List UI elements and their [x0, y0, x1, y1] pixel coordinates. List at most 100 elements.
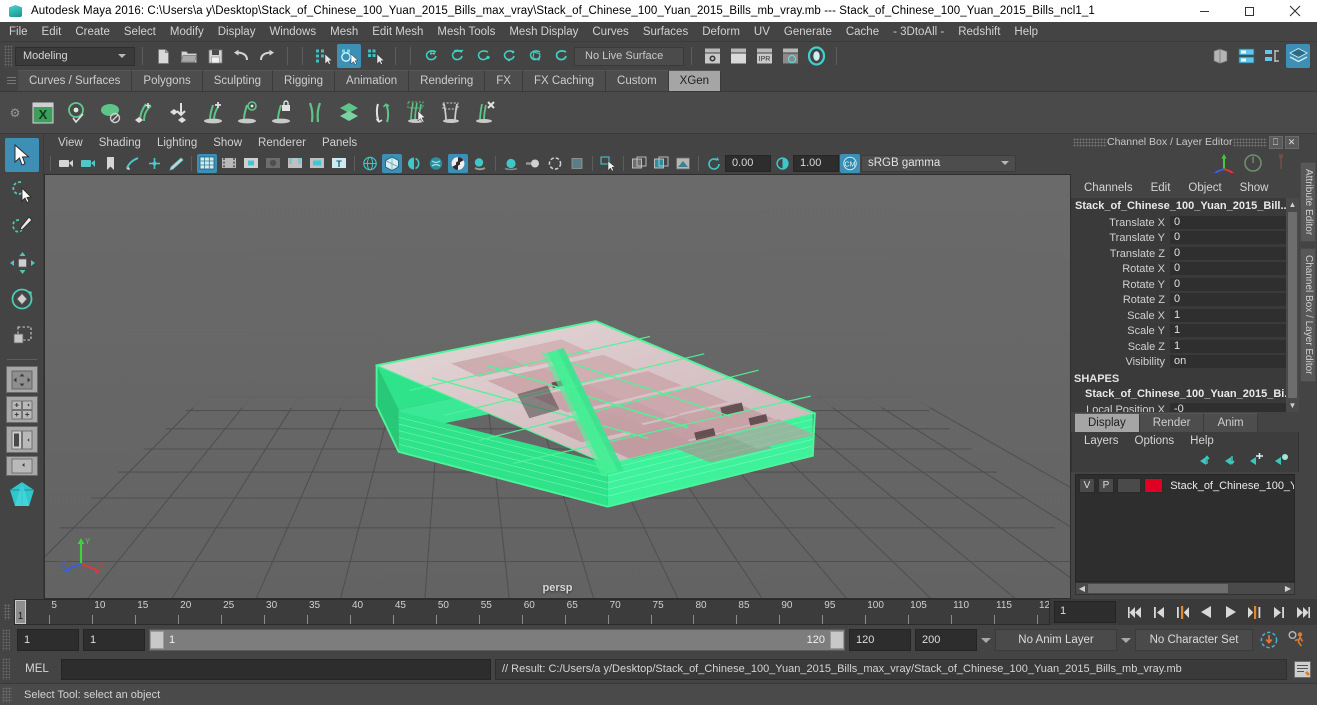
channel-value[interactable]: 0 — [1170, 215, 1286, 230]
menu-3dtoall[interactable]: - 3DtoAll - — [886, 22, 951, 42]
persp-viewport[interactable]: Y X Z persp — [44, 174, 1071, 599]
xray-joints-icon[interactable] — [651, 154, 671, 173]
isolate-select-icon[interactable] — [598, 154, 618, 173]
lasso-tool-button[interactable] — [5, 174, 39, 208]
maximize-button[interactable] — [1227, 0, 1272, 22]
shelf-tab-curves-surfaces[interactable]: Curves / Surfaces — [18, 70, 133, 91]
channel-value[interactable]: 0 — [1170, 246, 1286, 261]
depth-of-field-icon[interactable] — [567, 154, 587, 173]
shelf-tab-custom[interactable]: Custom — [606, 70, 669, 91]
channelbox-menu-edit[interactable]: Edit — [1142, 178, 1180, 198]
gamma-reset-icon[interactable] — [772, 154, 792, 173]
shelf-tab-rigging[interactable]: Rigging — [273, 70, 336, 91]
helpline-grip[interactable] — [2, 686, 12, 703]
hardware-texturing-icon[interactable] — [426, 154, 446, 173]
xgen-delete-guides-icon[interactable] — [469, 96, 501, 130]
go-to-end-button[interactable] — [1292, 602, 1313, 622]
layer-name[interactable]: Stack_of_Chinese_100_Yu — [1170, 480, 1294, 492]
camera-attributes-icon[interactable] — [78, 154, 98, 173]
options-menu[interactable]: Options — [1127, 432, 1183, 450]
animation-start-time-field[interactable]: 1 — [17, 629, 79, 651]
gate-mask-icon[interactable] — [263, 154, 283, 173]
play-backwards-button[interactable] — [1196, 602, 1217, 622]
channel-row-scale-x[interactable]: Scale X 1 — [1071, 308, 1286, 324]
layer-playback-toggle[interactable]: P — [1098, 478, 1114, 493]
color-management-selector[interactable]: sRGB gamma — [861, 154, 1016, 172]
select-by-component-type-button[interactable] — [363, 44, 387, 68]
channel-value[interactable]: 0 — [1170, 277, 1286, 292]
vtab-attribute-editor[interactable]: Attribute Editor — [1300, 162, 1316, 243]
scale-manipulator-icon[interactable] — [1271, 153, 1291, 176]
time-ruler[interactable]: 1 5 10 15 20 25 30 35 40 45 50 55 60 65 70 75 80 85 90 95 1… — [14, 599, 1050, 625]
xgen-preview-icon[interactable] — [61, 96, 93, 130]
xgen-layers-icon[interactable] — [333, 96, 365, 130]
rangeslider-grip[interactable] — [2, 629, 10, 651]
new-scene-button[interactable] — [151, 44, 175, 68]
anim-layer-selector[interactable]: No Anim Layer — [995, 629, 1117, 651]
shaded-wireframe-icon[interactable] — [404, 154, 424, 173]
viewport-menu-show[interactable]: Show — [205, 134, 250, 152]
snap-to-curves-button[interactable] — [445, 44, 469, 68]
select-camera-icon[interactable] — [56, 154, 76, 173]
viewport-menu-shading[interactable]: Shading — [91, 134, 149, 152]
channel-value[interactable]: 0 — [1170, 262, 1286, 277]
step-forward-keyframe-button[interactable] — [1268, 602, 1289, 622]
xgen-import-icon[interactable] — [163, 96, 195, 130]
snap-to-view-planes-button[interactable] — [523, 44, 547, 68]
bookmark-icon[interactable] — [100, 154, 120, 173]
select-by-object-type-button[interactable] — [337, 44, 361, 68]
two-d-pan-zoom-icon[interactable] — [144, 154, 164, 173]
xgen-preview-primitive-icon[interactable] — [231, 96, 263, 130]
channel-row-scale-z[interactable]: Scale Z 1 — [1071, 339, 1286, 355]
commandline-grip[interactable] — [2, 658, 10, 680]
menu-uv[interactable]: UV — [747, 22, 777, 42]
tab-render-layers[interactable]: Render — [1139, 413, 1205, 432]
exposure-preview-icon[interactable] — [673, 154, 693, 173]
shelf-tab-rendering[interactable]: Rendering — [409, 70, 486, 91]
channel-value[interactable]: on — [1170, 355, 1286, 370]
scroll-right-icon[interactable]: ▶ — [1282, 584, 1294, 593]
image-plane-icon[interactable] — [122, 154, 142, 173]
select-tool-button[interactable] — [4, 138, 39, 172]
layout-single-pane-button[interactable] — [5, 366, 38, 393]
shelf-tab-animation[interactable]: Animation — [335, 70, 410, 91]
make-live-button[interactable] — [549, 44, 573, 68]
layers-menu[interactable]: Layers — [1076, 432, 1127, 450]
script-editor-button[interactable] — [1291, 658, 1313, 680]
range-start-time-field[interactable]: 1 — [83, 629, 145, 651]
shelf-options-icon[interactable]: ⚙ — [4, 106, 26, 120]
xgen-add-primitive-icon[interactable] — [197, 96, 229, 130]
channel-row-rotate-z[interactable]: Rotate Z 0 — [1071, 293, 1286, 309]
menu-redshift[interactable]: Redshift — [951, 22, 1007, 42]
step-back-keyframe-button[interactable] — [1148, 602, 1169, 622]
xgen-select-guides-icon[interactable] — [401, 96, 433, 130]
xgen-editor-icon[interactable]: X — [27, 96, 59, 130]
menu-mesh-display[interactable]: Mesh Display — [502, 22, 585, 42]
undo-button[interactable] — [229, 44, 253, 68]
channel-box-scrollbar[interactable]: ▲ ▼ — [1286, 198, 1299, 412]
motion-blur-icon[interactable] — [523, 154, 543, 173]
current-frame-field[interactable]: 1 — [1054, 601, 1116, 623]
tab-anim-layers[interactable]: Anim — [1204, 413, 1258, 432]
animation-preferences-button[interactable] — [1285, 628, 1309, 652]
step-forward-frame-button[interactable] — [1244, 602, 1265, 622]
scroll-down-icon[interactable]: ▼ — [1286, 399, 1299, 412]
viewport-menu-panels[interactable]: Panels — [314, 134, 365, 152]
xgen-lock-primitive-icon[interactable] — [265, 96, 297, 130]
minimize-button[interactable] — [1182, 0, 1227, 22]
menu-curves[interactable]: Curves — [585, 22, 635, 42]
move-layer-down-icon[interactable] — [1224, 453, 1240, 470]
xgen-groom-icon[interactable] — [367, 96, 399, 130]
shelf-tab-sculpting[interactable]: Sculpting — [202, 70, 274, 91]
channel-value[interactable]: 1 — [1170, 308, 1286, 323]
redo-render-button[interactable] — [726, 44, 750, 68]
panel-drag-handle-right[interactable] — [1232, 137, 1267, 147]
menu-deform[interactable]: Deform — [695, 22, 747, 42]
smooth-shading-icon[interactable] — [382, 153, 402, 173]
help-menu[interactable]: Help — [1182, 432, 1222, 450]
shelf-tab-fx-caching[interactable]: FX Caching — [522, 70, 607, 91]
layer-list-horizontal-scrollbar[interactable]: ◀ ▶ — [1075, 582, 1295, 595]
select-by-hierarchy-button[interactable] — [311, 44, 335, 68]
channel-value[interactable]: 0 — [1170, 293, 1286, 308]
grease-pencil-icon[interactable] — [166, 154, 186, 173]
